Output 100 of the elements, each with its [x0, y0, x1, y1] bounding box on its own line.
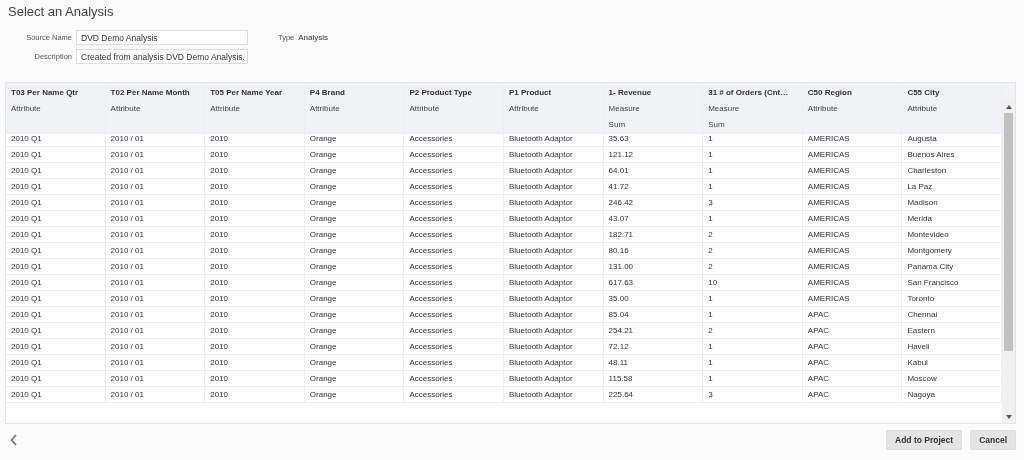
table-cell: Accessories	[404, 211, 504, 227]
table-cell: Orange	[304, 355, 405, 371]
table-cell: Buenos Aires	[902, 147, 1002, 163]
table-cell: 2010 / 01	[105, 323, 206, 339]
table-cell: Accessories	[404, 259, 504, 275]
table-cell: 2010	[205, 211, 305, 227]
table-cell: Panama City	[902, 259, 1002, 275]
table-cell: AMERICAS	[802, 195, 903, 211]
table-cell: AMERICAS	[802, 211, 903, 227]
table-cell: Bluetooth Adaptor	[504, 179, 604, 195]
table-cell: 35.63	[603, 131, 704, 147]
table-cell: 2010 Q1	[6, 355, 106, 371]
table-cell: 2010 / 01	[105, 147, 206, 163]
table-cell: AMERICAS	[802, 227, 903, 243]
table-cell: 2010 Q1	[6, 323, 106, 339]
table-cell: 2010	[205, 387, 305, 403]
table-cell: Accessories	[404, 307, 504, 323]
table-cell: Bluetooth Adaptor	[504, 163, 604, 179]
table-cell: Accessories	[404, 195, 504, 211]
table-cell: Accessories	[404, 163, 504, 179]
table-cell: APAC	[802, 387, 903, 403]
table-cell: Orange	[304, 243, 405, 259]
table-cell: 2010 / 01	[105, 259, 206, 275]
table-cell: 48.11	[603, 355, 704, 371]
table-cell: 1	[703, 179, 803, 195]
table-cell: 1	[703, 355, 803, 371]
table-cell: 1	[703, 291, 803, 307]
table-cell: 2010	[205, 371, 305, 387]
table-cell: 2010	[205, 275, 305, 291]
table-cell: 1	[703, 131, 803, 147]
table-cell: 2010 Q1	[6, 227, 106, 243]
table-cell: Orange	[304, 163, 405, 179]
source-name-field[interactable]: DVD Demo Analysis	[76, 30, 248, 45]
table-cell: AMERICAS	[802, 131, 903, 147]
table-cell: 225.64	[603, 387, 704, 403]
table-cell: Orange	[304, 371, 405, 387]
table-cell: Bluetooth Adaptor	[504, 291, 604, 307]
table-cell: 2	[703, 227, 803, 243]
table-cell: Accessories	[404, 291, 504, 307]
table-cell: 2010 Q1	[6, 371, 106, 387]
table-cell: 2010 / 01	[105, 387, 206, 403]
table-cell: AMERICAS	[802, 163, 903, 179]
table-cell: 2010 / 01	[105, 307, 206, 323]
table-cell: 2010 Q1	[6, 147, 106, 163]
table-cell: Orange	[304, 259, 405, 275]
table-cell: Accessories	[404, 243, 504, 259]
table-cell: AMERICAS	[802, 179, 903, 195]
table-cell: Accessories	[404, 275, 504, 291]
table-cell: 3	[703, 387, 803, 403]
table-cell: APAC	[802, 323, 903, 339]
table-cell: 72.12	[603, 339, 704, 355]
table-cell: 2010 Q1	[6, 307, 106, 323]
table-cell: Accessories	[404, 323, 504, 339]
description-field[interactable]: Created from analysis DVD Demo Analysis.	[76, 49, 248, 64]
table-cell: 2010	[205, 179, 305, 195]
table-cell: 2010 / 01	[105, 339, 206, 355]
table-cell: Orange	[304, 291, 405, 307]
table-cell: Charleston	[902, 163, 1002, 179]
dialog-button[interactable]: Cancel	[970, 430, 1016, 450]
chevron-left-icon[interactable]	[10, 434, 18, 446]
table-cell: 35.00	[603, 291, 704, 307]
table-cell: Bluetooth Adaptor	[504, 323, 604, 339]
table-cell: Moscow	[902, 371, 1002, 387]
table-cell: Bluetooth Adaptor	[504, 147, 604, 163]
table-cell: 64.01	[603, 163, 704, 179]
table-cell: AMERICAS	[802, 275, 903, 291]
table-cell: APAC	[802, 355, 903, 371]
table-cell: Accessories	[404, 227, 504, 243]
table-cell: 2010	[205, 259, 305, 275]
table-cell: 121.12	[603, 147, 704, 163]
table-cell: Orange	[304, 275, 405, 291]
table-cell: Orange	[304, 323, 405, 339]
table-cell: Chennai	[902, 307, 1002, 323]
table-cell: Accessories	[404, 147, 504, 163]
table-cell: Orange	[304, 227, 405, 243]
table-cell: Bluetooth Adaptor	[504, 227, 604, 243]
dialog-button[interactable]: Add to Project	[886, 430, 963, 450]
dialog-title: Select an Analysis	[7, 3, 115, 20]
table-cell: Montgomery	[902, 243, 1002, 259]
table-cell: 2010 / 01	[105, 163, 206, 179]
table-cell: APAC	[802, 371, 903, 387]
table-cell: Bluetooth Adaptor	[504, 275, 604, 291]
table-cell: 115.58	[603, 371, 704, 387]
scrollbar[interactable]	[1002, 101, 1015, 423]
table-cell: 131.00	[603, 259, 704, 275]
table-cell: 2010	[205, 339, 305, 355]
table-cell: San Francisco	[902, 275, 1002, 291]
table-cell: AMERICAS	[802, 259, 903, 275]
table-cell: 2010	[205, 131, 305, 147]
table-cell: 2010 / 01	[105, 227, 206, 243]
table-cell: 2	[703, 243, 803, 259]
table-cell: 2010 / 01	[105, 131, 206, 147]
table-cell: Orange	[304, 339, 405, 355]
table-cell: 2010 Q1	[6, 211, 106, 227]
table-cell: Madison	[902, 195, 1002, 211]
table-cell: 1	[703, 339, 803, 355]
table-cell: Accessories	[404, 355, 504, 371]
table-cell: 2010 / 01	[105, 355, 206, 371]
table-cell: AMERICAS	[802, 243, 903, 259]
table-cell: 2010 Q1	[6, 387, 106, 403]
